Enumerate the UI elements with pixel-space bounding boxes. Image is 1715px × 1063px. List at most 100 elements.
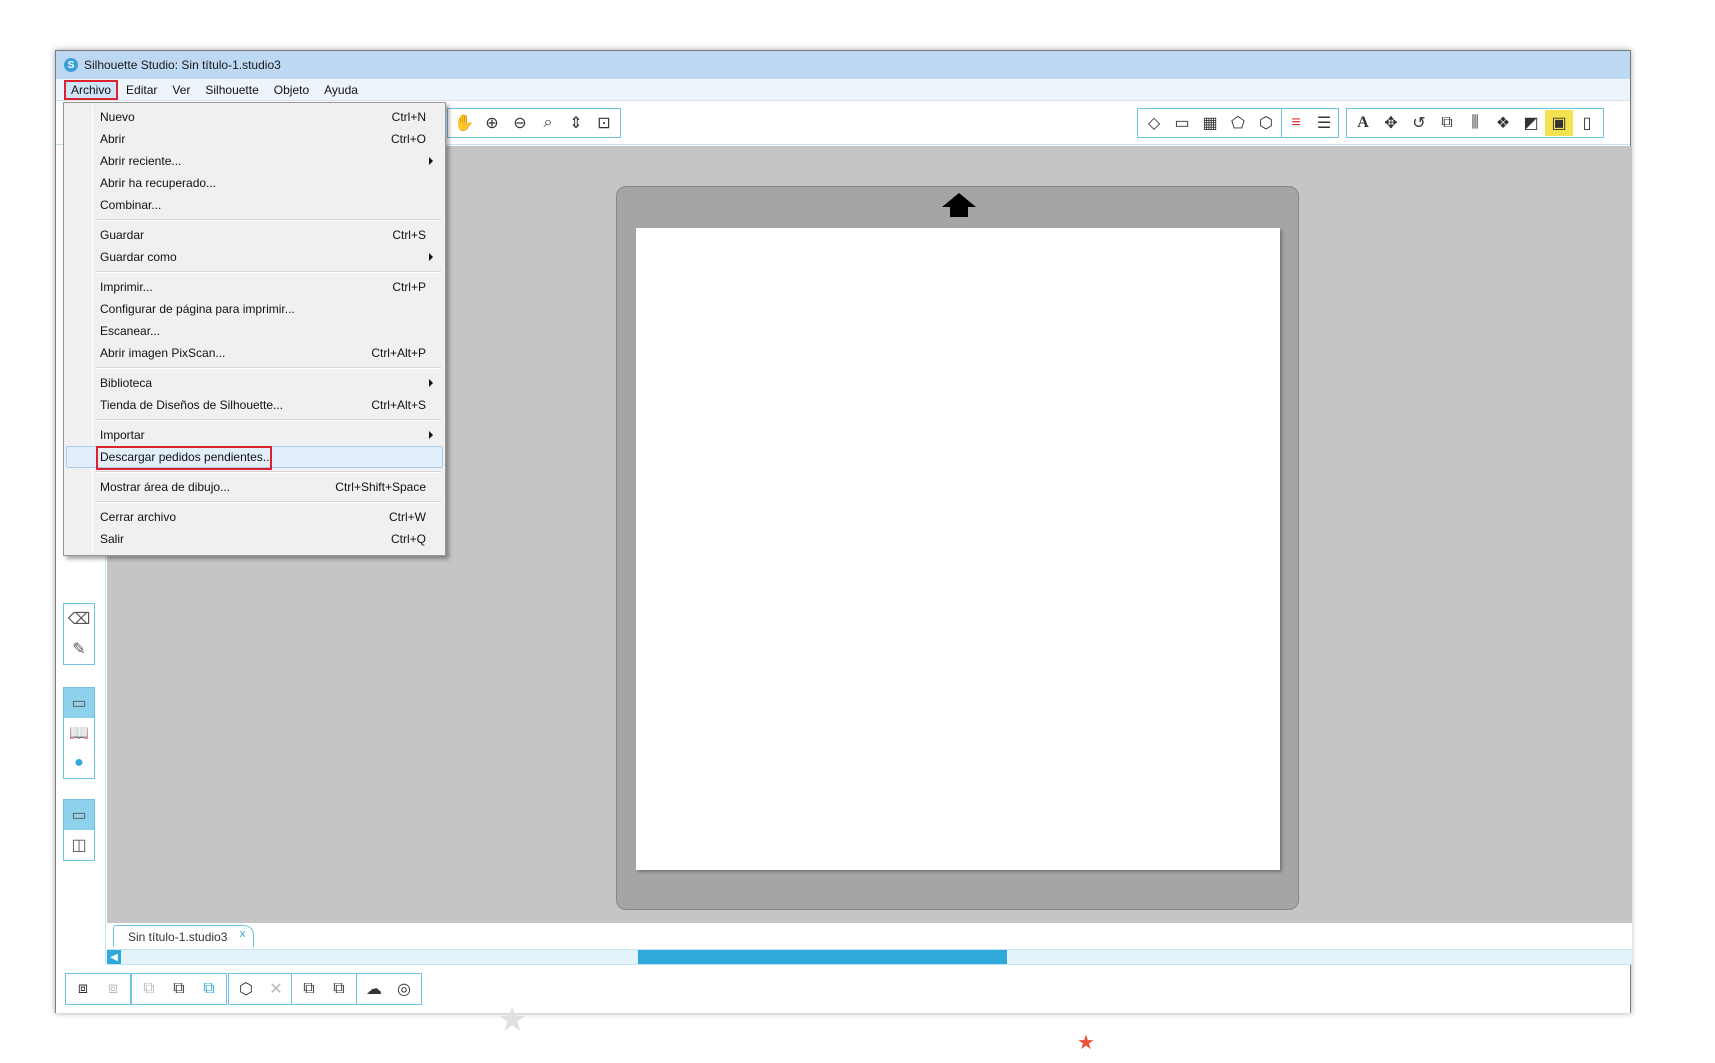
single-view-icon[interactable]: ▭ [64, 800, 94, 830]
replicate-icon[interactable]: ❖ [1489, 110, 1517, 136]
line-style-bars-icon[interactable]: ☰ [1310, 110, 1338, 136]
zoom-in-icon[interactable]: ⊕ [478, 110, 506, 136]
eraser-icon[interactable]: ⌫ [64, 604, 94, 634]
fill-pattern-icon[interactable]: ▦ [1196, 110, 1224, 136]
menu-item-nuevo[interactable]: Nuevo Ctrl+N [66, 106, 443, 128]
menu-item-guardar-como[interactable]: Guardar como [66, 246, 443, 268]
menu-item-escanear[interactable]: Escanear... [66, 320, 443, 342]
release-compound-path-icon[interactable]: ⧉ [164, 975, 194, 1003]
menu-item-label: Guardar [100, 228, 145, 242]
menu-item-label: Tienda de Diseños de Silhouette... [100, 398, 284, 412]
scale-icon[interactable]: ⧉ [1433, 110, 1461, 136]
weld-icon[interactable]: ☁ [359, 975, 389, 1003]
menu-item-abrir-reciente[interactable]: Abrir reciente... [66, 150, 443, 172]
menu-item-shortcut: Ctrl+Alt+P [371, 346, 426, 360]
menu-item-shortcut: Ctrl+N [391, 110, 426, 124]
scroll-left-icon[interactable]: ◀ [107, 950, 121, 964]
text-style-icon[interactable]: A [1349, 110, 1377, 136]
object-tools: ⬡ ✕ [228, 973, 294, 1005]
menu-separator [96, 367, 441, 369]
ungroup-icon[interactable]: ⧈ [98, 975, 128, 1003]
menu-separator [96, 471, 441, 473]
close-tab-icon[interactable]: x [240, 928, 246, 940]
gradient-icon[interactable]: ▭ [1168, 110, 1196, 136]
title-bar: S Silhouette Studio: Sin título-1.studio… [56, 51, 1630, 79]
menu-separator [96, 501, 441, 503]
menu-item-shortcut: Ctrl+Alt+S [371, 398, 426, 412]
library-icon[interactable]: 📖 [64, 718, 94, 748]
menu-ver[interactable]: Ver [165, 81, 197, 99]
menu-item-label: Guardar como [100, 250, 177, 264]
menu-item-cerrar-archivo[interactable]: Cerrar archivo Ctrl+W [66, 506, 443, 528]
send-backward-icon[interactable]: ⧉ [324, 975, 354, 1003]
menu-editar[interactable]: Editar [119, 81, 164, 99]
menu-item-combinar[interactable]: Combinar... [66, 194, 443, 216]
knife-icon[interactable]: ✎ [64, 634, 94, 664]
menu-archivo[interactable]: Archivo [64, 79, 119, 100]
menu-item-label: Abrir imagen PixScan... [100, 346, 226, 360]
weld-tools: ☁ ◎ [356, 973, 422, 1005]
group-icon[interactable]: ⧈ [68, 975, 98, 1003]
page-setup-icon[interactable]: ▯ [1573, 110, 1601, 136]
bring-forward-icon[interactable]: ⧉ [294, 975, 324, 1003]
line-style-icon[interactable]: ⬡ [1252, 110, 1280, 136]
horizontal-scrollbar[interactable]: ◀ [107, 949, 1632, 965]
silhouette-store-icon[interactable]: ● [64, 748, 94, 778]
line-color-icon[interactable]: ⬠ [1224, 110, 1252, 136]
submenu-arrow-icon [429, 157, 433, 165]
menu-item-abrir-recuperado[interactable]: Abrir ha recuperado... [66, 172, 443, 194]
menu-item-guardar[interactable]: Guardar Ctrl+S [66, 224, 443, 246]
offset-icon[interactable]: ▣ [1545, 110, 1573, 136]
scrollbar-thumb[interactable] [638, 950, 1007, 964]
menu-item-pixscan[interactable]: Abrir imagen PixScan... Ctrl+Alt+P [66, 342, 443, 364]
modify-icon[interactable]: ◩ [1517, 110, 1545, 136]
design-area-icon[interactable]: ▭ [64, 688, 94, 718]
view-tools-group: ▭ 📖 ● [63, 687, 95, 779]
page-area[interactable] [636, 228, 1280, 870]
submenu-arrow-icon [429, 431, 433, 439]
menu-item-mostrar-area[interactable]: Mostrar área de dibujo... Ctrl+Shift+Spa… [66, 476, 443, 498]
offset-rings-icon[interactable]: ◎ [389, 975, 419, 1003]
menu-item-label: Importar [100, 428, 145, 442]
menu-objeto[interactable]: Objeto [267, 81, 316, 99]
panel-tools-group-a: ◇ ▭ ▦ ⬠ ⬡ [1137, 108, 1283, 138]
menu-item-imprimir[interactable]: Imprimir... Ctrl+P [66, 276, 443, 298]
archivo-dropdown-menu: Nuevo Ctrl+N Abrir Ctrl+O Abrir reciente… [63, 102, 446, 556]
menu-item-salir[interactable]: Salir Ctrl+Q [66, 528, 443, 550]
delete-icon[interactable]: ✕ [261, 975, 291, 1003]
menu-item-label: Nuevo [100, 110, 135, 124]
menu-item-tienda[interactable]: Tienda de Diseños de Silhouette... Ctrl+… [66, 394, 443, 416]
silhouette-logo-icon: S [64, 58, 78, 72]
submenu-arrow-icon [429, 379, 433, 387]
panel-tools-group-b: ≡ ☰ [1281, 108, 1339, 138]
menu-bar: Archivo Editar Ver Silhouette Objeto Ayu… [56, 79, 1630, 101]
document-tab[interactable]: Sin título-1.studio3 x [113, 925, 255, 947]
menu-item-label: Cerrar archivo [100, 510, 177, 524]
fill-color-icon[interactable]: ◇ [1140, 110, 1168, 136]
menu-silhouette[interactable]: Silhouette [198, 81, 265, 99]
zoom-drag-icon[interactable]: ⇕ [562, 110, 590, 136]
menu-item-configurar-pagina[interactable]: Configurar de página para imprimir... [66, 298, 443, 320]
menu-item-importar[interactable]: Importar [66, 424, 443, 446]
menu-ayuda[interactable]: Ayuda [317, 81, 365, 99]
panel-tools-group-c: A ✥ ↺ ⧉ ⫼ ❖ ◩ ▣ ▯ [1346, 108, 1604, 138]
menu-item-shortcut: Ctrl+S [392, 228, 426, 242]
send-to-back-icon[interactable]: ⧉ [194, 975, 224, 1003]
rotate-icon[interactable]: ↺ [1405, 110, 1433, 136]
menu-separator [96, 419, 441, 421]
transform-icon[interactable]: ✥ [1377, 110, 1405, 136]
zoom-selection-icon[interactable]: ⌕ [534, 110, 562, 136]
make-compound-path-icon[interactable]: ⧉ [134, 975, 164, 1003]
menu-item-abrir[interactable]: Abrir Ctrl+O [66, 128, 443, 150]
duplicate-icon[interactable]: ⬡ [231, 975, 261, 1003]
split-view-icon[interactable]: ◫ [64, 830, 94, 860]
hand-pan-icon[interactable]: ✋ [450, 110, 478, 136]
menu-item-biblioteca[interactable]: Biblioteca [66, 372, 443, 394]
menu-item-descargar-pedidos[interactable]: Descargar pedidos pendientes... [66, 446, 443, 470]
zoom-out-icon[interactable]: ⊖ [506, 110, 534, 136]
fit-to-page-icon[interactable]: ⊡ [590, 110, 618, 136]
menu-item-label: Configurar de página para imprimir... [100, 302, 295, 316]
line-color-bars-icon[interactable]: ≡ [1282, 110, 1310, 136]
group-tools: ⧈ ⧈ [65, 973, 131, 1005]
align-icon[interactable]: ⫼ [1461, 110, 1489, 136]
